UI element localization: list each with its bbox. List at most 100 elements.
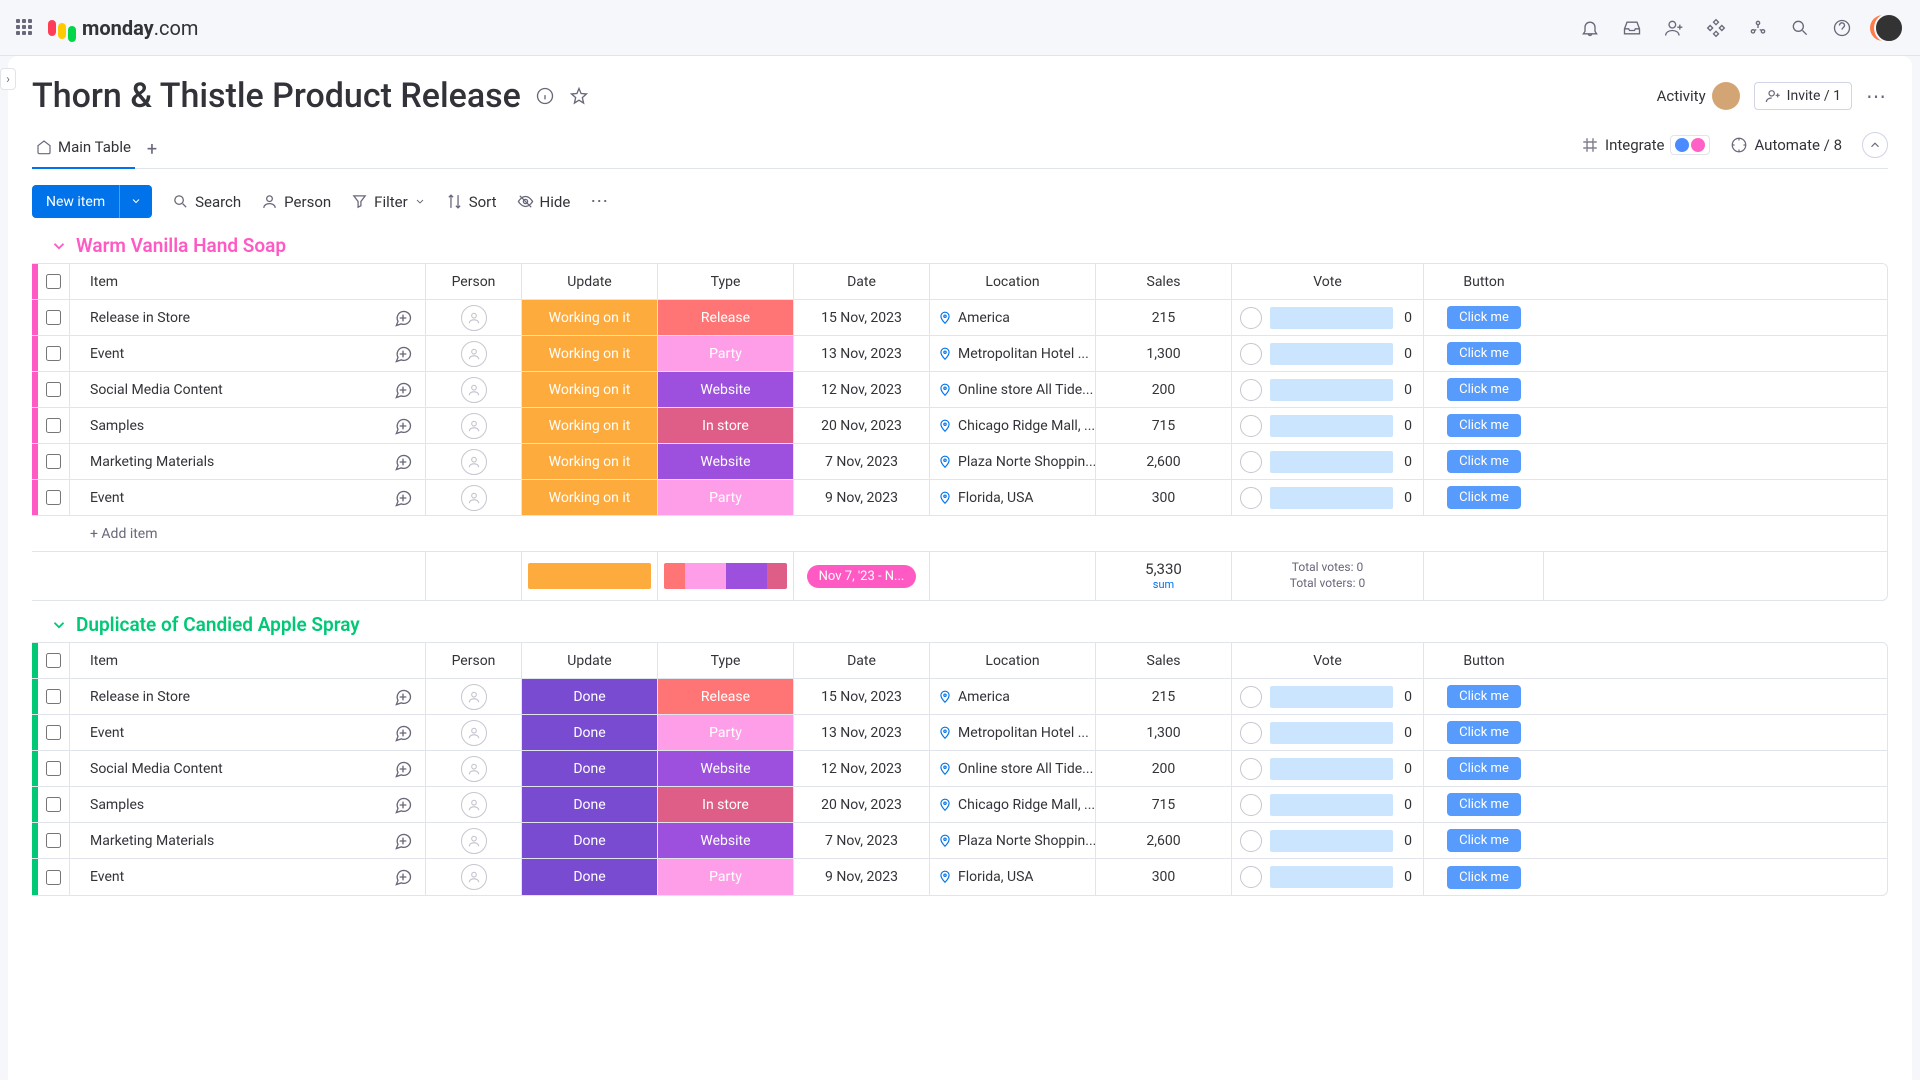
date-cell[interactable]: 12 Nov, 2023 — [794, 372, 930, 407]
date-cell[interactable]: 20 Nov, 2023 — [794, 408, 930, 443]
workspaces-icon[interactable] — [1748, 18, 1768, 38]
sales-cell[interactable]: 1,300 — [1096, 715, 1232, 750]
user-avatar[interactable] — [1874, 13, 1904, 43]
person-cell[interactable] — [426, 336, 522, 371]
row-checkbox[interactable] — [46, 418, 61, 433]
sales-cell[interactable]: 1,300 — [1096, 336, 1232, 371]
column-button[interactable]: Button — [1424, 264, 1544, 299]
apps-menu-icon[interactable] — [16, 19, 34, 37]
status-cell[interactable]: Done — [522, 751, 658, 786]
type-cell[interactable]: Website — [658, 751, 794, 786]
person-cell[interactable] — [426, 444, 522, 479]
vote-cell[interactable]: 0 — [1232, 679, 1424, 714]
date-range-pill[interactable]: Nov 7, '23 - N... — [807, 565, 917, 588]
sales-cell[interactable]: 2,600 — [1096, 823, 1232, 858]
item-name-cell[interactable]: Release in Store — [70, 300, 426, 335]
column-date[interactable]: Date — [794, 264, 930, 299]
location-cell[interactable]: America — [930, 300, 1096, 335]
row-checkbox[interactable] — [46, 490, 61, 505]
item-name-cell[interactable]: Event — [70, 480, 426, 515]
sales-cell[interactable]: 300 — [1096, 859, 1232, 895]
conversation-icon[interactable] — [393, 488, 413, 508]
column-vote[interactable]: Vote — [1232, 643, 1424, 678]
board-title[interactable]: Thorn & Thistle Product Release — [32, 76, 521, 116]
status-cell[interactable]: Working on it — [522, 300, 658, 335]
click-me-button[interactable]: Click me — [1447, 866, 1521, 889]
row-checkbox[interactable] — [46, 382, 61, 397]
sales-cell[interactable]: 215 — [1096, 679, 1232, 714]
column-location[interactable]: Location — [930, 643, 1096, 678]
row-checkbox[interactable] — [46, 310, 61, 325]
type-cell[interactable]: Party — [658, 859, 794, 895]
status-cell[interactable]: Done — [522, 787, 658, 822]
location-cell[interactable]: Chicago Ridge Mall, ... — [930, 408, 1096, 443]
location-cell[interactable]: America — [930, 679, 1096, 714]
click-me-button[interactable]: Click me — [1447, 757, 1521, 780]
location-cell[interactable]: Metropolitan Hotel ... — [930, 715, 1096, 750]
date-cell[interactable]: 13 Nov, 2023 — [794, 336, 930, 371]
person-cell[interactable] — [426, 372, 522, 407]
conversation-icon[interactable] — [393, 344, 413, 364]
conversation-icon[interactable] — [393, 723, 413, 743]
item-name-cell[interactable]: Social Media Content — [70, 372, 426, 407]
type-cell[interactable]: Website — [658, 823, 794, 858]
column-sales[interactable]: Sales — [1096, 643, 1232, 678]
status-cell[interactable]: Working on it — [522, 444, 658, 479]
person-cell[interactable] — [426, 679, 522, 714]
item-name-cell[interactable]: Social Media Content — [70, 751, 426, 786]
row-checkbox[interactable] — [46, 725, 61, 740]
click-me-button[interactable]: Click me — [1447, 486, 1521, 509]
column-location[interactable]: Location — [930, 264, 1096, 299]
status-cell[interactable]: Done — [522, 859, 658, 895]
type-cell[interactable]: Release — [658, 300, 794, 335]
person-cell[interactable] — [426, 300, 522, 335]
location-cell[interactable]: Florida, USA — [930, 480, 1096, 515]
location-cell[interactable]: Online store All Tide... — [930, 751, 1096, 786]
item-name-cell[interactable]: Release in Store — [70, 679, 426, 714]
row-checkbox[interactable] — [46, 797, 61, 812]
select-all-checkbox[interactable] — [46, 653, 61, 668]
help-icon[interactable] — [1832, 18, 1852, 38]
date-cell[interactable]: 9 Nov, 2023 — [794, 480, 930, 515]
sales-cell[interactable]: 300 — [1096, 480, 1232, 515]
row-checkbox[interactable] — [46, 761, 61, 776]
location-cell[interactable]: Plaza Norte Shoppin... — [930, 823, 1096, 858]
person-cell[interactable] — [426, 715, 522, 750]
person-cell[interactable] — [426, 408, 522, 443]
vote-cell[interactable]: 0 — [1232, 300, 1424, 335]
date-cell[interactable]: 9 Nov, 2023 — [794, 859, 930, 895]
search-icon[interactable] — [1790, 18, 1810, 38]
type-cell[interactable]: In store — [658, 787, 794, 822]
status-cell[interactable]: Done — [522, 679, 658, 714]
sales-cell[interactable]: 200 — [1096, 372, 1232, 407]
column-person[interactable]: Person — [426, 643, 522, 678]
collapse-sidebar-button[interactable]: › — [0, 68, 16, 90]
item-name-cell[interactable]: Samples — [70, 408, 426, 443]
conversation-icon[interactable] — [393, 452, 413, 472]
vote-cell[interactable]: 0 — [1232, 823, 1424, 858]
sales-cell[interactable]: 2,600 — [1096, 444, 1232, 479]
date-cell[interactable]: 13 Nov, 2023 — [794, 715, 930, 750]
conversation-icon[interactable] — [393, 795, 413, 815]
add-item-input[interactable]: + Add item — [70, 526, 426, 542]
add-view-button[interactable]: + — [135, 131, 169, 168]
conversation-icon[interactable] — [393, 687, 413, 707]
vote-cell[interactable]: 0 — [1232, 751, 1424, 786]
sales-cell[interactable]: 215 — [1096, 300, 1232, 335]
person-filter-button[interactable]: Person — [261, 193, 331, 211]
click-me-button[interactable]: Click me — [1447, 414, 1521, 437]
vote-cell[interactable]: 0 — [1232, 787, 1424, 822]
date-cell[interactable]: 12 Nov, 2023 — [794, 751, 930, 786]
conversation-icon[interactable] — [393, 759, 413, 779]
click-me-button[interactable]: Click me — [1447, 378, 1521, 401]
item-name-cell[interactable]: Samples — [70, 787, 426, 822]
status-cell[interactable]: Working on it — [522, 336, 658, 371]
sales-cell[interactable]: 715 — [1096, 787, 1232, 822]
column-type[interactable]: Type — [658, 643, 794, 678]
conversation-icon[interactable] — [393, 380, 413, 400]
column-date[interactable]: Date — [794, 643, 930, 678]
select-all-checkbox[interactable] — [46, 274, 61, 289]
status-cell[interactable]: Done — [522, 715, 658, 750]
location-cell[interactable]: Metropolitan Hotel ... — [930, 336, 1096, 371]
date-cell[interactable]: 15 Nov, 2023 — [794, 300, 930, 335]
